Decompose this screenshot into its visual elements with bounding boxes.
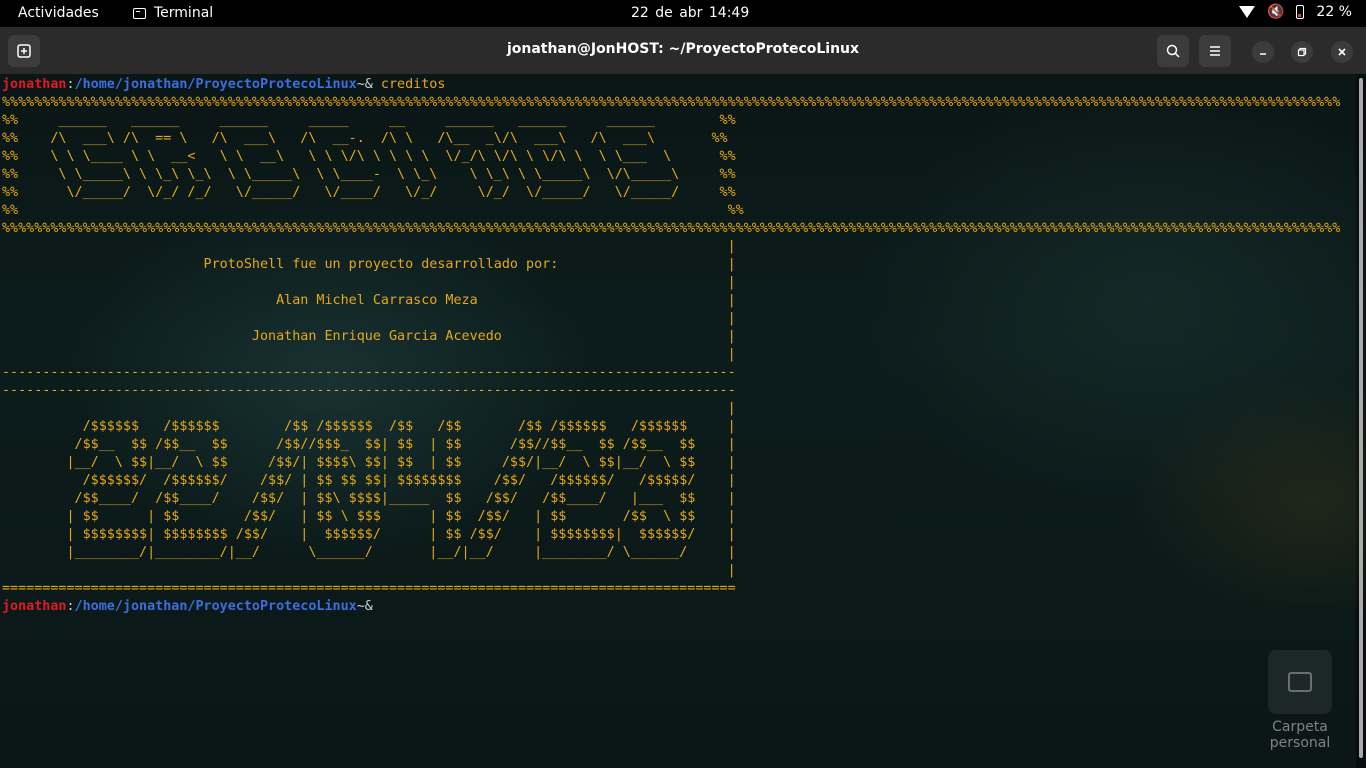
home-folder-icon (1288, 672, 1312, 692)
output-line: /$$$$$$ /$$$$$$ /$$ /$$$$$$ /$$ /$$ /$$ … (2, 419, 736, 434)
activities-button[interactable]: Actividades (18, 5, 99, 21)
search-icon (1166, 44, 1180, 58)
output-line: /$$__ $$ /$$__ $$ /$$//$$$_ $$| $$ | $$ … (2, 437, 736, 452)
output-line: | (2, 347, 736, 362)
app-menu-terminal[interactable]: Terminal (133, 5, 213, 21)
output-line: ========================================… (2, 581, 736, 596)
prompt-user: jonathan (2, 599, 67, 614)
output-line: | (2, 563, 736, 578)
close-icon (1338, 48, 1346, 56)
battery-icon (1296, 5, 1305, 19)
prompt-symbol: ~& (356, 599, 381, 614)
prompt-separator: : (66, 77, 75, 92)
output-line: Alan Michel Carrasco Meza | (2, 293, 736, 308)
prompt-line-command: jonathan:/home/jonathan/ProyectoProtecoL… (2, 76, 1340, 94)
clock[interactable]: 22 de abr 14:49 (631, 5, 749, 21)
system-status-area[interactable]: 🔇 22 % (1238, 4, 1352, 20)
terminal-headerbar: jonathan@JonHOST: ~/ProyectoProtecoLinux (0, 27, 1366, 74)
output-line: %% %% (2, 203, 744, 218)
terminal-app-icon (133, 7, 146, 19)
prompt-line-current: jonathan:/home/jonathan/ProyectoProtecoL… (2, 598, 1340, 616)
restore-icon (1297, 47, 1307, 57)
wifi-icon (1238, 6, 1255, 18)
prompt-separator: : (66, 599, 75, 614)
output-line: |________/|________/|__/ \______/ |__/|_… (2, 545, 736, 560)
command-output: %%%%%%%%%%%%%%%%%%%%%%%%%%%%%%%%%%%%%%%%… (2, 94, 1340, 598)
top-bar: Actividades Terminal 22 de abr 14:49 🔇 2… (0, 0, 1366, 27)
prompt-user: jonathan (2, 77, 67, 92)
output-line: ProtoShell fue un proyecto desarrollado … (2, 257, 736, 272)
speaker-muted-icon: 🔇 (1266, 4, 1285, 20)
terminal-output-area[interactable]: jonathan:/home/jonathan/ProyectoProtecoL… (0, 74, 1356, 768)
output-line: ----------------------------------------… (2, 383, 736, 398)
output-line: %% ______ ______ ______ _____ __ ______ … (2, 113, 736, 128)
output-line: %% \ \ \____ \ \ __< \ \ __\ \ \ \/\ \ \… (2, 149, 736, 164)
output-line: | (2, 401, 736, 416)
close-button[interactable] (1331, 41, 1353, 63)
output-line: %% \ \_____\ \ \_\ \_\ \ \_____\ \ \____… (2, 167, 736, 182)
output-line: | (2, 239, 736, 254)
output-line: /$$$$$$/ /$$$$$$/ /$$/ | $$ $$ $$| $$$$$… (2, 473, 736, 488)
minimize-button[interactable] (1252, 41, 1274, 63)
prompt-symbol: ~& (356, 77, 381, 92)
maximize-button[interactable] (1291, 41, 1313, 63)
scrollbar-thumb[interactable] (1359, 78, 1363, 758)
prompt-path: /home/jonathan/ProyectoProtecoLinux (74, 77, 357, 92)
home-folder-desktop-icon[interactable] (1268, 650, 1332, 714)
output-line: %% \/_____/ \/_/ /_/ \/_____/ \/____/ \/… (2, 185, 736, 200)
output-line: Jonathan Enrique Garcia Acevedo | (2, 329, 736, 344)
output-line: %%%%%%%%%%%%%%%%%%%%%%%%%%%%%%%%%%%%%%%%… (2, 95, 1341, 110)
hamburger-menu-icon (1210, 46, 1220, 56)
app-menu-label: Terminal (154, 5, 214, 21)
terminal-lines: jonathan:/home/jonathan/ProyectoProtecoL… (2, 76, 1340, 616)
output-line: %% /\ ___\ /\ == \ /\ ___\ /\ __-. /\ \ … (2, 131, 728, 146)
hamburger-menu-button[interactable] (1199, 35, 1231, 67)
output-line: | (2, 311, 736, 326)
minimize-icon (1260, 53, 1266, 55)
home-folder-label[interactable]: Carpeta personal (1240, 719, 1360, 751)
prompt-path: /home/jonathan/ProyectoProtecoLinux (74, 599, 357, 614)
output-line: ----------------------------------------… (2, 365, 736, 380)
output-line: /$$____/ /$$____/ /$$/ | $$\ $$$$|_____ … (2, 491, 736, 506)
output-line: |__/ \ $$|__/ \ $$ /$$/| $$$$\ $$| $$ | … (2, 455, 736, 470)
command-text: creditos (380, 77, 446, 92)
output-line: | (2, 275, 736, 290)
output-line: | $$ | $$ /$$/ | $$ \ $$$ | $$ /$$/ | $$… (2, 509, 736, 524)
output-line: %%%%%%%%%%%%%%%%%%%%%%%%%%%%%%%%%%%%%%%%… (2, 221, 1341, 236)
output-line: | $$$$$$$$| $$$$$$$$ /$$/ | $$$$$$/ | $$… (2, 527, 736, 542)
search-button[interactable] (1157, 35, 1189, 67)
terminal-scrollbar[interactable] (1356, 74, 1366, 768)
battery-percentage: 22 % (1316, 4, 1352, 20)
